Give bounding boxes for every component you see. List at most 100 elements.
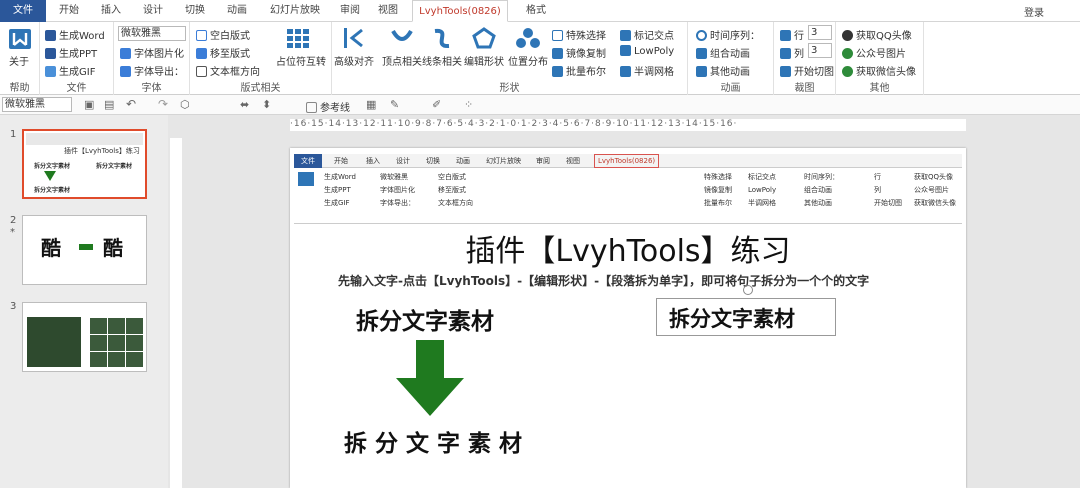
tab-insert[interactable]: 插入 bbox=[94, 0, 128, 22]
tab-slideshow[interactable]: 幻灯片放映 bbox=[262, 0, 328, 22]
tab-design[interactable]: 设计 bbox=[136, 0, 170, 22]
tab-review[interactable]: 审阅 bbox=[334, 0, 366, 22]
placeholder-swap-icon bbox=[287, 29, 309, 48]
inner-shape-group: 特殊选择 镜像复制 批量布尔 bbox=[704, 173, 732, 207]
inner-other-group: 获取QQ头像 公众号图片 获取微信头像 bbox=[914, 173, 956, 207]
layout-icon[interactable]: ▤ bbox=[104, 98, 114, 111]
gen-gif-button[interactable]: 生成GIF bbox=[45, 63, 95, 78]
inner-tab-insert: 插入 bbox=[366, 157, 380, 165]
selected-textbox[interactable]: 拆分文字素材 bbox=[656, 285, 836, 336]
image-tool-icon[interactable]: ▦ bbox=[366, 98, 376, 111]
slide-thumbnail-2[interactable]: 酷 酷 bbox=[22, 215, 147, 285]
tab-view[interactable]: 视图 bbox=[372, 0, 404, 22]
save-icon[interactable]: ▣ bbox=[84, 98, 94, 111]
col-spinner[interactable]: 3 bbox=[808, 43, 832, 58]
special-select-button[interactable]: 特殊选择 bbox=[552, 27, 606, 42]
font-export-button[interactable]: 字体导出： bbox=[120, 63, 184, 78]
redo-icon[interactable]: ↷ bbox=[158, 97, 168, 111]
placeholder-swap-button[interactable]: 占位符互转 bbox=[276, 53, 326, 68]
font-to-image-button[interactable]: 字体图片化 bbox=[120, 45, 184, 60]
other-anim-button[interactable]: 其他动画 bbox=[696, 63, 750, 78]
thumb-number: 2 bbox=[10, 215, 17, 226]
textbox-direction-button[interactable]: 文本框方向 bbox=[196, 63, 260, 78]
slide-title[interactable]: 插件【LvyhTools】练习 bbox=[290, 226, 966, 270]
start-crop-button[interactable]: 开始切图 bbox=[780, 63, 834, 78]
batch-boolean-icon bbox=[552, 66, 563, 77]
text-left[interactable]: 拆分文字素材 bbox=[356, 302, 494, 336]
mirror-copy-icon bbox=[552, 48, 563, 59]
font-export-label: 字体导出： bbox=[134, 67, 184, 78]
wechat-image-button[interactable]: 公众号图片 bbox=[842, 45, 906, 60]
mark-intersection-label: 标记交点 bbox=[634, 31, 674, 42]
ribbon-tab-bar: 文件 开始 插入 设计 切换 动画 幻灯片放映 审阅 视图 LvyhTools(… bbox=[0, 0, 1080, 22]
tab-home[interactable]: 开始 bbox=[52, 0, 86, 22]
thumb-arrow-icon bbox=[79, 244, 93, 250]
mark-intersection-button[interactable]: 标记交点 bbox=[620, 27, 674, 42]
font-export-icon bbox=[120, 66, 131, 77]
guides-checkbox[interactable]: 参考线 bbox=[306, 99, 350, 114]
tab-animations[interactable]: 动画 bbox=[220, 0, 254, 22]
slide-subtitle[interactable]: 先输入文字-点击【LvyhTools】-【编辑形状】-【段落拆为单字】，即可将句… bbox=[338, 272, 869, 289]
thumb-star: * bbox=[10, 227, 15, 238]
move-layout-button[interactable]: 移至版式 bbox=[196, 45, 250, 60]
mirror-copy-button[interactable]: 镜像复制 bbox=[552, 45, 606, 60]
time-sequence-label: 时间序列： bbox=[710, 31, 760, 42]
guides-label: 参考线 bbox=[320, 103, 350, 114]
combo-anim-button[interactable]: 组合动画 bbox=[696, 45, 750, 60]
tab-lvyhtools[interactable]: LvyhTools(0826) bbox=[412, 0, 508, 22]
tab-transitions[interactable]: 切换 bbox=[178, 0, 212, 22]
blank-layout-label: 空白版式 bbox=[210, 31, 250, 42]
line-button[interactable]: 线条相关 bbox=[422, 53, 462, 68]
text-right[interactable]: 拆分文字素材 bbox=[669, 303, 795, 333]
rotate-handle-icon[interactable] bbox=[743, 285, 753, 295]
font-combo[interactable]: 微软雅黑 bbox=[118, 26, 186, 41]
more-icon[interactable]: ⁘ bbox=[464, 98, 473, 111]
qq-avatar-button[interactable]: 获取QQ头像 bbox=[842, 27, 912, 42]
mirror-copy-label: 镜像复制 bbox=[566, 49, 606, 60]
group-tool-icon[interactable]: ⬍ bbox=[262, 98, 271, 111]
gen-word-button[interactable]: 生成Word bbox=[45, 27, 105, 42]
wechat-icon bbox=[842, 48, 853, 59]
toolbar-font-combo[interactable]: 微软雅黑 bbox=[2, 97, 72, 112]
shape-tool-icon[interactable]: ⬡ bbox=[180, 98, 190, 111]
time-sequence-button[interactable]: 时间序列： bbox=[696, 27, 760, 42]
move-layout-icon bbox=[196, 48, 207, 59]
thumb-char: 酷 bbox=[103, 236, 123, 260]
group-label-anim: 动画 bbox=[720, 83, 741, 94]
brush-icon[interactable]: ✎ bbox=[390, 98, 399, 111]
undo-icon[interactable]: ↶ bbox=[126, 97, 136, 111]
move-layout-label: 移至版式 bbox=[210, 49, 250, 60]
edit-icon[interactable]: ✐ bbox=[432, 98, 441, 111]
about-button[interactable]: 关于 bbox=[9, 53, 29, 68]
halftone-grid-button[interactable]: 半调网格 bbox=[620, 63, 674, 78]
thumb-arrow-icon bbox=[44, 171, 56, 181]
wechat-avatar-button[interactable]: 获取微信头像 bbox=[842, 63, 916, 78]
gen-ppt-button[interactable]: 生成PPT bbox=[45, 45, 97, 60]
inner-tab-transitions: 切换 bbox=[426, 157, 440, 165]
slide-ribbon-image: 生成Word 生成PPT 生成GIF 微软雅黑 字体图片化 字体导出： 空白版式 移至版式… bbox=[294, 168, 962, 224]
group-crop: 行 3 列 3 开始切图 裁图 bbox=[774, 22, 836, 95]
row-spinner[interactable]: 3 bbox=[808, 25, 832, 40]
textbox-direction-icon bbox=[196, 66, 207, 77]
text-bottom[interactable]: 拆 分 文 字 素 材 bbox=[344, 424, 522, 458]
align-tool-icon[interactable]: ⬌ bbox=[240, 98, 249, 111]
inner-layout-group: 空白版式 移至版式 文本框方向 bbox=[438, 173, 473, 207]
tab-file[interactable]: 文件 bbox=[0, 0, 46, 22]
quick-toolbar: 微软雅黑 ▣ ▤ ↶ ↷ ⬡ ⬌ ⬍ 参考线 ▦ ✎ ✐ ⁘ bbox=[0, 95, 1080, 115]
batch-boolean-button[interactable]: 批量布尔 bbox=[552, 63, 606, 78]
slide-thumbnail-1[interactable]: 插件【LvyhTools】练习 拆分文字素材 拆分文字素材 拆分文字素材 bbox=[22, 129, 147, 199]
group-label-other: 其他 bbox=[869, 83, 890, 94]
advanced-align-button[interactable]: 高级对齐 bbox=[334, 53, 374, 68]
batch-boolean-label: 批量布尔 bbox=[566, 67, 606, 78]
login-link[interactable]: 登录 bbox=[1024, 4, 1044, 19]
edit-shape-button[interactable]: 编辑形状 bbox=[464, 53, 504, 68]
qq-icon bbox=[842, 30, 853, 41]
distribute-button[interactable]: 位置分布 bbox=[508, 53, 548, 68]
vertex-button[interactable]: 顶点相关 bbox=[382, 53, 422, 68]
mark-intersection-icon bbox=[620, 30, 631, 41]
wechat-avatar-icon bbox=[842, 66, 853, 77]
tab-format[interactable]: 格式 bbox=[516, 0, 556, 22]
lowpoly-button[interactable]: LowPoly bbox=[620, 45, 674, 57]
blank-layout-button[interactable]: 空白版式 bbox=[196, 27, 250, 42]
slide-thumbnail-3[interactable] bbox=[22, 302, 147, 372]
